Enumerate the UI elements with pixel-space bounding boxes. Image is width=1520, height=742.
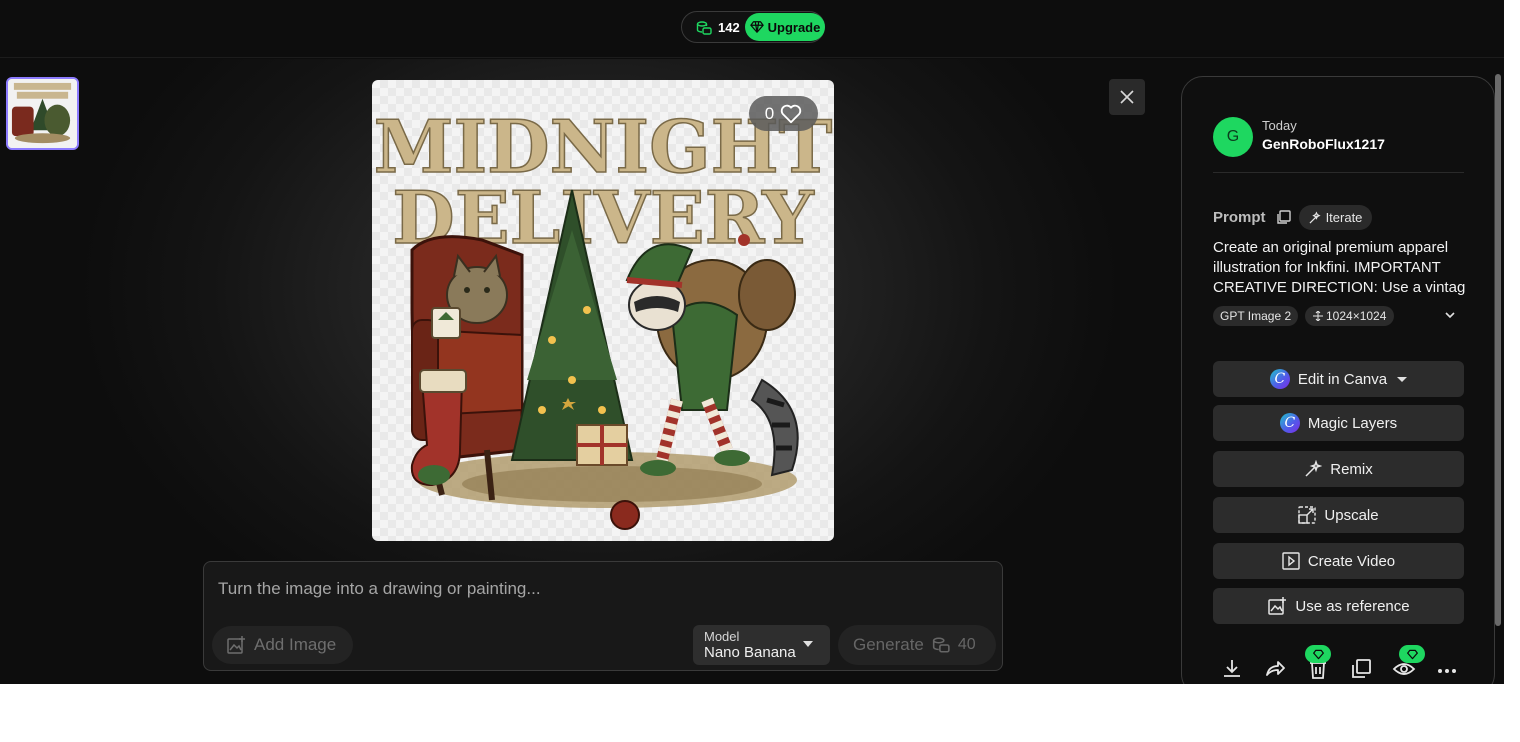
iterate-label: Iterate	[1325, 210, 1363, 225]
magic-layers-button[interactable]: C Magic Layers	[1213, 405, 1464, 441]
model-tag: GPT Image 2	[1213, 306, 1299, 326]
action-label: Create Video	[1307, 552, 1396, 570]
divider	[1213, 172, 1464, 173]
upgrade-button[interactable]: Upgrade	[745, 13, 825, 41]
image-add-icon	[227, 636, 245, 654]
image-add-icon	[1268, 597, 1287, 615]
prompt-line: illustration for Inkfini. IMPORTANT	[1213, 259, 1441, 276]
prompt-heading: Prompt	[1213, 209, 1266, 226]
app-window: 142 Upgrade MIDNIGHT DELIVERY 0 Turn the…	[0, 0, 1504, 684]
upscale-button[interactable]: Upscale	[1213, 497, 1464, 533]
magic-wand-icon	[1305, 460, 1323, 477]
pro-badge	[1399, 645, 1425, 663]
caret-down-icon	[803, 641, 813, 647]
create-video-button[interactable]: Create Video	[1213, 543, 1464, 579]
canva-logo-icon: C	[1279, 413, 1300, 433]
generate-button[interactable]: Generate 40	[838, 625, 996, 665]
thumbnail-item[interactable]	[6, 77, 79, 150]
action-label: Upscale	[1324, 506, 1379, 524]
pro-badge	[1305, 645, 1331, 663]
diamond-icon	[1312, 649, 1324, 659]
diamond-icon	[1406, 649, 1418, 659]
action-label: Remix	[1330, 460, 1373, 478]
prompt-line: Create an original premium apparel	[1213, 239, 1449, 256]
top-bar: 142 Upgrade	[0, 0, 1504, 58]
add-image-button[interactable]: Add Image	[212, 626, 353, 664]
use-as-reference-button[interactable]: Use as reference	[1213, 588, 1464, 624]
add-image-label: Add Image	[254, 635, 337, 654]
more-icon[interactable]	[1435, 657, 1459, 681]
heart-icon	[781, 104, 802, 123]
edit-in-canva-button[interactable]: C Edit in Canva	[1213, 361, 1464, 397]
generated-artwork: MIDNIGHT DELIVERY	[373, 103, 833, 530]
size-tag: 1024×1024	[1305, 306, 1395, 326]
upgrade-label: Upgrade	[767, 19, 821, 35]
panel-toolbar	[1182, 645, 1496, 684]
download-icon[interactable]	[1220, 657, 1244, 681]
generate-cost: 40	[957, 636, 976, 653]
like-count: 0	[764, 103, 775, 123]
username[interactable]: GenRoboFlux1217	[1262, 136, 1385, 152]
iterate-button[interactable]: Iterate	[1299, 205, 1372, 230]
magic-wand-icon	[1309, 211, 1321, 224]
avatar[interactable]: G	[1213, 117, 1253, 157]
remix-button[interactable]: Remix	[1213, 451, 1464, 487]
share-icon[interactable]	[1263, 657, 1287, 681]
chevron-down-icon[interactable]	[1444, 310, 1456, 320]
caret-down-icon	[1397, 376, 1408, 382]
coins-icon	[932, 637, 950, 653]
details-panel: G Today GenRoboFlux1217 Prompt Iterate C…	[1181, 76, 1495, 684]
model-value: Nano Banana	[704, 644, 796, 661]
thumbnail-image	[8, 79, 77, 148]
resize-icon	[1313, 311, 1323, 321]
upscale-icon	[1298, 506, 1317, 524]
credits-pill[interactable]: 142 Upgrade	[681, 11, 825, 43]
credits-count: 142	[718, 20, 740, 35]
action-label: Magic Layers	[1307, 414, 1398, 432]
post-date: Today	[1262, 118, 1297, 133]
prompt-composer: Add Image Model Nano Banana Generate 40	[203, 561, 1003, 671]
close-button[interactable]	[1109, 79, 1145, 115]
prompt-line: CREATIVE DIRECTION: Use a vintag...	[1213, 279, 1465, 296]
canva-logo-icon: C	[1269, 369, 1290, 389]
diamond-icon	[749, 21, 764, 33]
coins-icon	[696, 21, 712, 35]
generate-label: Generate	[853, 635, 924, 654]
like-button[interactable]: 0	[749, 96, 818, 131]
prompt-text: Create an original premium apparel illus…	[1213, 238, 1465, 298]
prompt-input[interactable]	[218, 576, 978, 602]
main-image: MIDNIGHT DELIVERY 0	[372, 80, 834, 541]
close-icon	[1120, 90, 1134, 104]
video-icon	[1282, 552, 1300, 570]
action-label: Use as reference	[1295, 597, 1410, 615]
image-stage: MIDNIGHT DELIVERY 0 Turn the image into …	[0, 59, 1180, 684]
copy-icon[interactable]	[1349, 657, 1373, 681]
size-label: 1024×1024	[1326, 309, 1387, 323]
scrollbar[interactable]	[1495, 74, 1501, 626]
action-label: Edit in Canva	[1297, 370, 1388, 388]
model-select[interactable]: Model Nano Banana	[693, 625, 830, 665]
copy-icon[interactable]	[1276, 210, 1291, 225]
model-label: Model	[704, 629, 740, 644]
